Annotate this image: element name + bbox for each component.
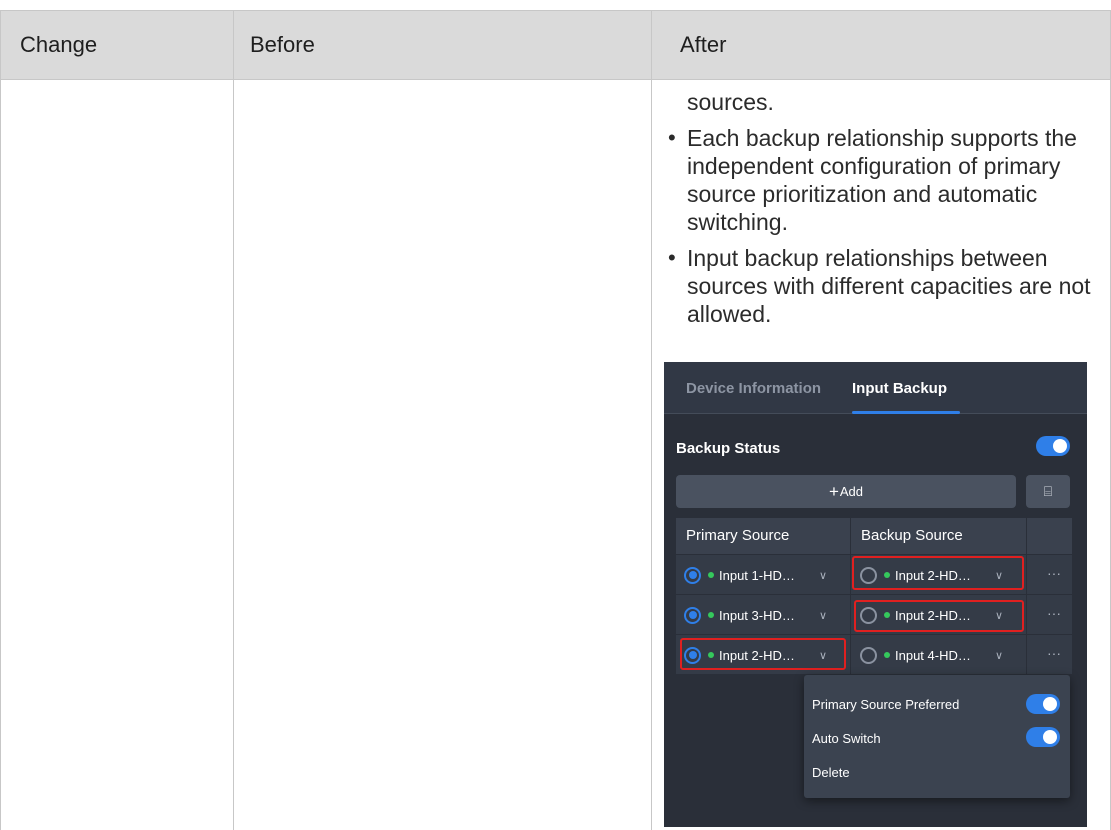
bullet-item: • Each backup relationship supports the … [666, 124, 1106, 236]
menu-item-primary-preferred: Primary Source Preferred [812, 697, 960, 712]
table-header-row: Change Before After [0, 10, 1111, 80]
tab-device-information[interactable]: Device Information [686, 380, 821, 397]
radio-unselected-icon[interactable] [860, 646, 877, 664]
bullet-dot-icon: • [668, 245, 676, 270]
radio-unselected-icon[interactable] [860, 566, 877, 584]
input-backup-screenshot: Device Information Input Backup Backup S… [664, 362, 1087, 827]
radio-selected-icon[interactable] [684, 566, 701, 584]
bullet-dot-icon: • [668, 125, 676, 150]
backup-status-label: Backup Status [676, 440, 781, 457]
column-divider-2 [651, 10, 652, 830]
chevron-down-icon: ∨ [819, 649, 828, 662]
backup-source-value: Input 2-HD… [895, 607, 971, 623]
clear-button[interactable]: ⌸ [1026, 475, 1070, 508]
add-button-label: Add [839, 484, 864, 499]
continuation-text: sources. [687, 89, 774, 115]
backup-source-value: Input 4-HD… [895, 647, 971, 663]
backup-source-select[interactable]: Input 2-HD… ∨ [860, 595, 1020, 635]
primary-source-select[interactable]: Input 1-HD… ∨ [684, 555, 844, 595]
grid-divider [1026, 518, 1027, 674]
table-row: Input 2-HD… ∨ Input 4-HD… ∨ ··· [676, 634, 1072, 674]
backup-source-select[interactable]: Input 4-HD… ∨ [860, 635, 1020, 675]
grid-divider [850, 518, 851, 674]
column-primary-source: Primary Source [686, 527, 790, 544]
more-options-icon[interactable]: ··· [1036, 635, 1072, 675]
auto-switch-toggle[interactable] [1026, 727, 1060, 747]
primary-source-value: Input 3-HD… [719, 607, 795, 623]
primary-source-select[interactable]: Input 2-HD… ∨ [684, 635, 844, 675]
backup-source-value: Input 2-HD… [895, 567, 971, 583]
bullet-text: Input backup relationships between sourc… [687, 245, 1091, 327]
chevron-down-icon: ∨ [819, 569, 828, 582]
backup-source-select[interactable]: Input 2-HD… ∨ [860, 555, 1020, 595]
status-dot-icon [884, 572, 890, 578]
after-column-text: sources. • Each backup relationship supp… [666, 88, 1106, 336]
active-tab-indicator [852, 411, 960, 414]
more-options-icon[interactable]: ··· [1036, 555, 1072, 595]
row-options-menu: Primary Source Preferred Auto Switch Del… [804, 675, 1070, 798]
menu-item-auto-switch: Auto Switch [812, 731, 881, 746]
status-dot-icon [884, 612, 890, 618]
table-row: Input 3-HD… ∨ Input 2-HD… ∨ ··· [676, 594, 1072, 634]
plus-icon: + [828, 482, 839, 501]
radio-unselected-icon[interactable] [860, 606, 877, 624]
chevron-down-icon: ∨ [995, 569, 1004, 582]
primary-preferred-toggle[interactable] [1026, 694, 1060, 714]
chevron-down-icon: ∨ [819, 609, 828, 622]
tab-bar: Device Information Input Backup [664, 362, 1087, 414]
tab-input-backup[interactable]: Input Backup [852, 380, 947, 397]
radio-selected-icon[interactable] [684, 606, 701, 624]
status-dot-icon [708, 612, 714, 618]
backup-status-toggle[interactable] [1036, 436, 1070, 456]
header-before: Before [250, 32, 315, 57]
add-button[interactable]: +Add [676, 475, 1016, 508]
status-dot-icon [708, 572, 714, 578]
chevron-down-icon: ∨ [995, 649, 1004, 662]
primary-source-value: Input 1-HD… [719, 567, 795, 583]
backup-table-header: Primary Source Backup Source [676, 518, 1072, 554]
chevron-down-icon: ∨ [995, 609, 1004, 622]
radio-selected-icon[interactable] [684, 646, 701, 664]
status-dot-icon [884, 652, 890, 658]
bullet-item: • Input backup relationships between sou… [666, 244, 1106, 328]
column-divider-1 [233, 10, 234, 830]
more-options-icon[interactable]: ··· [1036, 595, 1072, 635]
column-backup-source: Backup Source [861, 527, 963, 544]
header-change: Change [20, 32, 98, 57]
table-border-left [0, 10, 1, 830]
primary-source-value: Input 2-HD… [719, 647, 795, 663]
menu-item-delete[interactable]: Delete [812, 765, 850, 780]
status-dot-icon [708, 652, 714, 658]
primary-source-select[interactable]: Input 3-HD… ∨ [684, 595, 844, 635]
broom-icon: ⌸ [1043, 483, 1053, 499]
header-after: After [680, 32, 727, 57]
bullet-text: Each backup relationship supports the in… [687, 125, 1077, 235]
table-row: Input 1-HD… ∨ Input 2-HD… ∨ ··· [676, 554, 1072, 594]
